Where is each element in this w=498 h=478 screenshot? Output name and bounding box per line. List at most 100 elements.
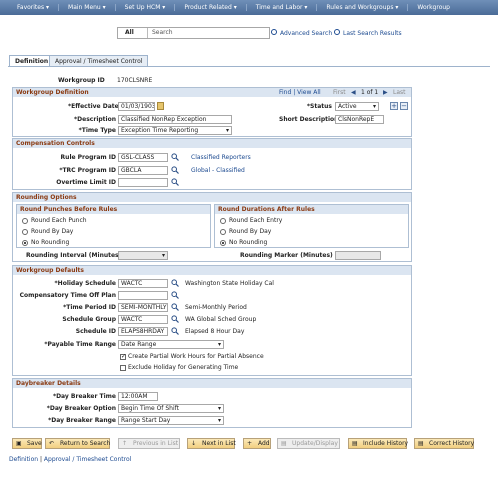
next-in-list-button[interactable]: ↓ Next in List xyxy=(187,438,236,449)
short-description-label: Short Description xyxy=(279,116,339,123)
top-menu-bar: Favorites ▾ Main Menu ▾ Set Up HCM ▾ Pro… xyxy=(0,0,498,15)
daybreaker-title: Daybreaker Details xyxy=(13,379,411,388)
radio-round-by-day-after[interactable] xyxy=(220,229,226,235)
return-to-search-label: Return to Search xyxy=(60,440,111,447)
holiday-schedule-description: Washington State Holiday Cal xyxy=(185,280,274,287)
day-breaker-time-label: *Day Breaker Time xyxy=(52,393,116,400)
time-period-field[interactable]: SEMI-MONTHLY xyxy=(118,303,168,312)
next-icon: ↓ xyxy=(191,440,197,447)
short-description-field[interactable]: ClsNonRepE xyxy=(335,115,384,124)
rounding-interval-select xyxy=(118,251,168,260)
description-field[interactable]: Classified NonRep Exception xyxy=(118,115,232,124)
holiday-schedule-label: *Holiday Schedule xyxy=(54,280,116,287)
tab-divider xyxy=(8,66,490,67)
correct-history-label: Correct History xyxy=(429,440,475,447)
include-history-button[interactable]: ▤ Include History xyxy=(348,438,409,449)
exclude-holiday-checkbox[interactable] xyxy=(120,365,126,371)
day-breaker-range-label: *Day Breaker Range xyxy=(48,417,116,424)
rule-program-lookup-icon[interactable] xyxy=(171,153,179,161)
holiday-lookup-icon[interactable] xyxy=(171,279,179,287)
schedule-id-lookup-icon[interactable] xyxy=(171,327,179,335)
day-breaker-time-field[interactable]: 12:00AM xyxy=(118,392,158,401)
trc-program-lookup-icon[interactable] xyxy=(171,166,179,174)
radio-no-rounding-before[interactable] xyxy=(22,240,28,246)
workgroup-id-value: 170CLSNRE xyxy=(117,77,153,84)
time-period-lookup-icon[interactable] xyxy=(171,303,179,311)
trc-program-description: Global - Classified xyxy=(191,167,245,174)
add-label: Add xyxy=(258,440,270,447)
correct-history-button[interactable]: ▤ Correct History xyxy=(414,438,474,449)
radio-round-by-day-before[interactable] xyxy=(22,229,28,235)
save-icon: ▣ xyxy=(16,440,22,447)
partial-work-hours-label: Create Partial Work Hours for Partial Ab… xyxy=(128,353,264,360)
find-view-all-link[interactable]: Find | View All xyxy=(279,88,321,97)
update-display-button[interactable]: ▤ Update/Display xyxy=(277,438,340,449)
comp-time-lookup-icon[interactable] xyxy=(171,291,179,299)
previous-in-list-button[interactable]: ↑ Previous in List xyxy=(118,438,180,449)
menu-time-and-labor[interactable]: Time and Labor ▾ xyxy=(247,4,318,11)
menu-set-up-hcm[interactable]: Set Up HCM ▾ xyxy=(116,4,176,11)
schedule-id-label: Schedule ID xyxy=(75,328,116,335)
menu-rules-and-workgroups[interactable]: Rules and Workgroups ▾ xyxy=(317,4,409,11)
time-type-select[interactable]: Exception Time Reporting xyxy=(118,126,232,135)
workgroup-definition-title: Workgroup Definition xyxy=(16,89,89,96)
payable-time-range-label: *Payable Time Range xyxy=(44,341,116,348)
add-button[interactable]: + Add xyxy=(243,438,271,449)
status-select[interactable]: Active xyxy=(335,102,379,111)
delete-row-icon[interactable]: − xyxy=(400,102,408,110)
schedule-group-lookup-icon[interactable] xyxy=(171,315,179,323)
prev-arrow-icon[interactable]: ◀ xyxy=(351,88,356,97)
save-button[interactable]: ▣ Save xyxy=(12,438,42,449)
compensation-controls-title: Compensation Controls xyxy=(13,139,411,148)
overtime-limit-field[interactable] xyxy=(118,178,168,187)
comp-time-plan-field[interactable] xyxy=(118,291,168,300)
footer-links: Definition | Approval / Timesheet Contro… xyxy=(9,456,131,463)
radio-round-each-punch[interactable] xyxy=(22,218,28,224)
time-period-label: *Time Period ID xyxy=(63,304,116,311)
last-search-results-link[interactable]: Last Search Results xyxy=(343,30,402,37)
return-to-search-button[interactable]: ↶ Return to Search xyxy=(45,438,110,449)
advanced-search-link[interactable]: Advanced Search xyxy=(280,30,332,37)
footer-approval-link[interactable]: Approval / Timesheet Control xyxy=(44,456,131,463)
correct-history-icon: ▤ xyxy=(418,440,424,447)
include-history-icon: ▤ xyxy=(352,440,358,447)
effective-date-field[interactable]: 01/03/1903 xyxy=(118,102,155,111)
calendar-icon[interactable] xyxy=(157,102,164,110)
payable-time-range-select[interactable]: Date Range xyxy=(118,340,224,349)
include-history-label: Include History xyxy=(363,440,409,447)
last-link[interactable]: Last xyxy=(393,88,406,97)
rounding-marker-label: Rounding Marker (Minutes) xyxy=(240,252,333,259)
update-display-label: Update/Display xyxy=(292,440,338,447)
search-input[interactable]: Search xyxy=(148,28,269,38)
search-icon[interactable] xyxy=(271,29,277,35)
schedule-group-label: Schedule Group xyxy=(62,316,116,323)
footer-definition-link[interactable]: Definition xyxy=(9,456,38,463)
next-in-list-label: Next in List xyxy=(202,440,236,447)
overtime-limit-lookup-icon[interactable] xyxy=(171,178,179,186)
day-breaker-range-select[interactable]: Range Start Day xyxy=(118,416,224,425)
update-icon: ▤ xyxy=(281,440,287,447)
schedule-group-field[interactable]: WACTC xyxy=(118,315,168,324)
schedule-id-field[interactable]: ELAPS8HRDAY xyxy=(118,327,168,336)
holiday-schedule-field[interactable]: WACTC xyxy=(118,279,168,288)
status-label: *Status xyxy=(306,103,332,110)
radio-no-rounding-after[interactable] xyxy=(220,240,226,246)
menu-workgroup[interactable]: Workgroup xyxy=(408,4,459,11)
partial-work-hours-checkbox[interactable] xyxy=(120,353,126,360)
day-breaker-option-label: *Day Breaker Option xyxy=(46,405,116,412)
next-arrow-icon[interactable]: ▶ xyxy=(383,88,388,97)
time-period-description: Semi-Monthly Period xyxy=(185,304,247,311)
menu-main-menu[interactable]: Main Menu ▾ xyxy=(59,4,116,11)
menu-favorites[interactable]: Favorites ▾ xyxy=(8,4,60,11)
round-before-title: Round Punches Before Rules xyxy=(17,205,210,214)
rule-program-field[interactable]: GSL-CLASS xyxy=(118,153,168,162)
add-icon: + xyxy=(247,440,253,447)
day-breaker-option-select[interactable]: Begin Time Of Shift xyxy=(118,404,224,413)
radio-round-each-entry[interactable] xyxy=(220,218,226,224)
search-scope-select[interactable]: All xyxy=(118,28,148,38)
trc-program-field[interactable]: GBCLA xyxy=(118,166,168,175)
first-link[interactable]: First xyxy=(333,88,346,97)
menu-product-related[interactable]: Product Related ▾ xyxy=(175,4,247,11)
rounding-options-title: Rounding Options xyxy=(13,193,411,202)
add-row-icon[interactable]: + xyxy=(390,102,398,110)
